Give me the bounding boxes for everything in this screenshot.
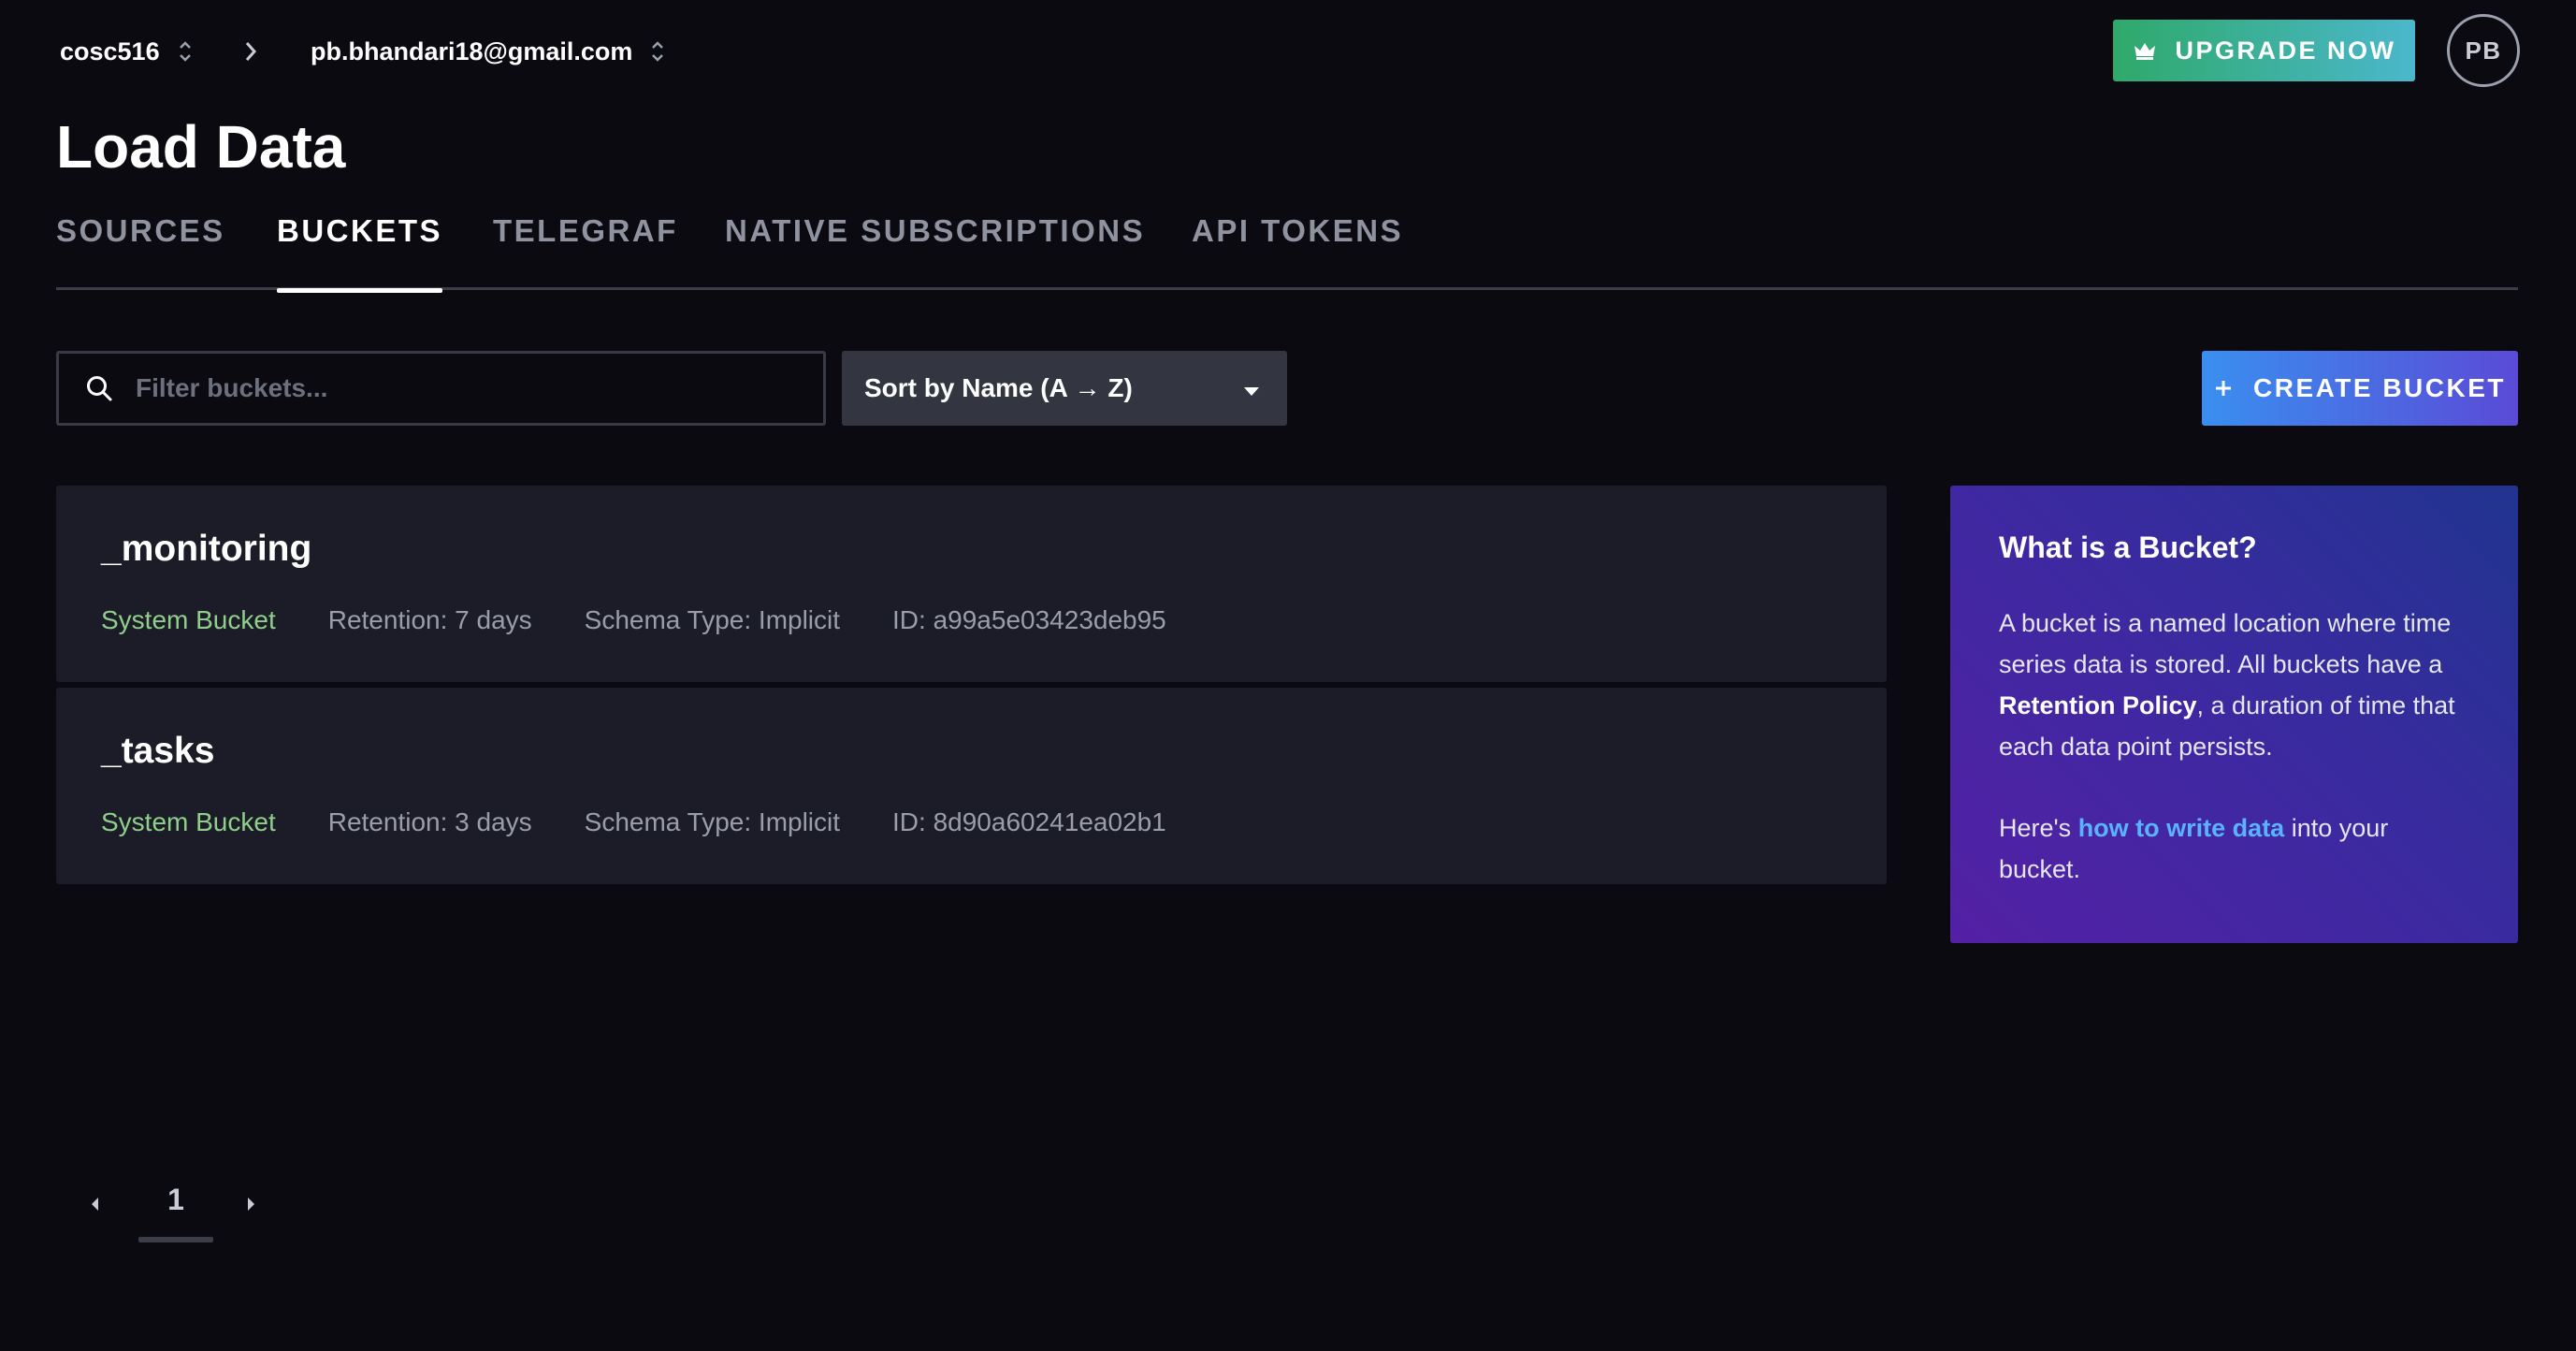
bucket-type: System Bucket (101, 605, 276, 634)
bucket-retention: Retention: 3 days (327, 807, 532, 836)
filter-buckets-field[interactable] (56, 351, 826, 426)
bucket-meta: System Bucket Retention: 7 days Schema T… (101, 605, 1166, 635)
bucket-id: ID: 8d90a60241ea02b1 (892, 807, 1166, 836)
page-title: Load Data (56, 113, 346, 181)
org-switcher[interactable]: cosc516 (60, 19, 192, 84)
bucket-retention: Retention: 7 days (327, 605, 532, 634)
org-name: cosc516 (60, 36, 160, 65)
upgrade-label: UPGRADE NOW (2175, 36, 2396, 65)
info-text: A bucket is a named location where time … (1999, 609, 2452, 678)
next-page-icon[interactable] (245, 1194, 258, 1219)
search-icon (85, 374, 113, 402)
page-number[interactable]: 1 (138, 1169, 213, 1244)
retention-policy-term: Retention Policy (1999, 691, 2197, 719)
bucket-type: System Bucket (101, 807, 276, 836)
sort-label: Sort by Name (A → Z) (864, 373, 1133, 402)
create-bucket-label: CREATE BUCKET (2253, 373, 2506, 402)
upgrade-now-button[interactable]: UPGRADE NOW (2113, 20, 2415, 81)
plus-icon (2214, 379, 2233, 398)
top-bar: cosc516 pb.bhandari18@gmail.com UPGRADE … (56, 14, 2520, 87)
avatar[interactable]: PB (2447, 14, 2520, 87)
info-paragraph-2: Here's how to write data into your bucke… (1999, 807, 2469, 890)
filter-buckets-input[interactable] (136, 373, 772, 403)
pagination: 1 (84, 1169, 271, 1244)
chevron-right-icon (243, 19, 258, 84)
bucket-name[interactable]: _tasks (101, 731, 214, 772)
info-paragraph-1: A bucket is a named location where time … (1999, 603, 2469, 767)
bucket-card: _monitoring System Bucket Retention: 7 d… (56, 486, 1887, 682)
info-title: What is a Bucket? (1999, 530, 2257, 564)
bucket-card: _tasks System Bucket Retention: 3 days S… (56, 688, 1887, 884)
chevron-up-down-icon (651, 39, 664, 64)
tab-sources[interactable]: SOURCES (56, 213, 225, 287)
bucket-id: ID: a99a5e03423deb95 (892, 605, 1166, 634)
chevron-up-down-icon (179, 39, 192, 64)
caret-down-icon (1242, 373, 1261, 403)
tab-api-tokens[interactable]: API TOKENS (1192, 213, 1403, 287)
how-to-write-data-link[interactable]: how to write data (2078, 814, 2285, 842)
sort-dropdown[interactable]: Sort by Name (A → Z) (842, 351, 1287, 426)
page: cosc516 pb.bhandari18@gmail.com UPGRADE … (0, 0, 2576, 1351)
tab-bar: SOURCES BUCKETS TELEGRAF NATIVE SUBSCRIP… (56, 213, 2518, 293)
tab-native-subscriptions[interactable]: NATIVE SUBSCRIPTIONS (725, 213, 1145, 287)
bucket-schema: Schema Type: Implicit (584, 807, 841, 836)
bucket-info-panel: What is a Bucket? A bucket is a named lo… (1950, 486, 2518, 943)
account-email: pb.bhandari18@gmail.com (311, 36, 633, 65)
info-text: Here's (1999, 814, 2078, 842)
bucket-schema: Schema Type: Implicit (584, 605, 841, 634)
previous-page-icon[interactable] (88, 1194, 101, 1219)
tab-telegraf[interactable]: TELEGRAF (493, 213, 678, 287)
page-indicator (138, 1237, 213, 1242)
create-bucket-button[interactable]: CREATE BUCKET (2202, 351, 2518, 426)
tab-buckets[interactable]: BUCKETS (277, 213, 443, 293)
crown-icon (2133, 40, 2157, 61)
bucket-meta: System Bucket Retention: 3 days Schema T… (101, 807, 1166, 837)
account-switcher[interactable]: pb.bhandari18@gmail.com (311, 19, 664, 84)
bucket-name[interactable]: _monitoring (101, 529, 311, 570)
